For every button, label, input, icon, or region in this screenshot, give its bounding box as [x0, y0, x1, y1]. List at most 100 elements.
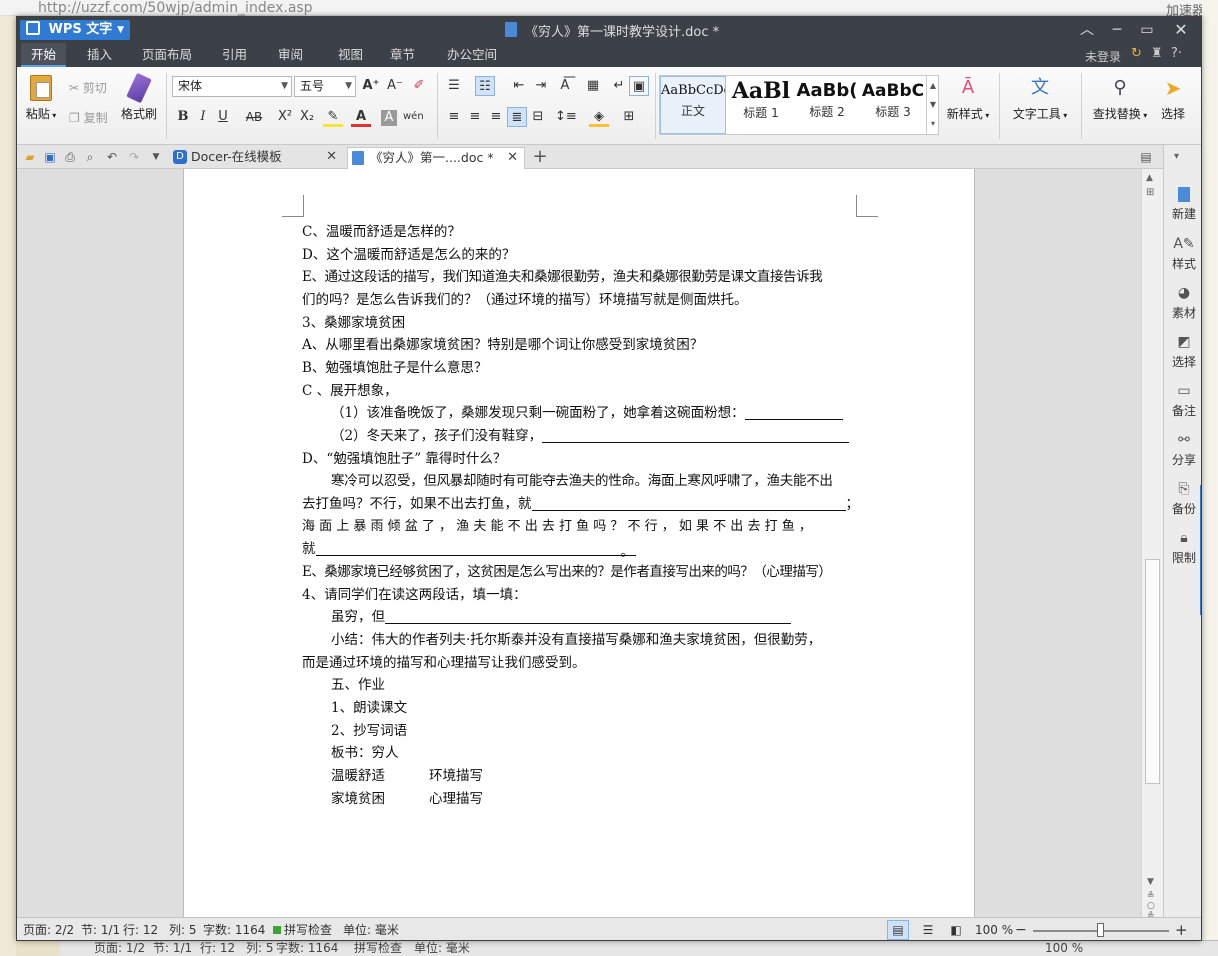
- font-name-select[interactable]: 宋体 ▼: [172, 76, 292, 97]
- text-box-icon[interactable]: ▣: [629, 76, 649, 96]
- side-material-button[interactable]: ◕ 素材: [1164, 285, 1201, 321]
- strikethrough-icon[interactable]: AB: [241, 107, 267, 127]
- open-folder-icon[interactable]: ▰: [21, 148, 39, 166]
- numbered-list-icon[interactable]: ☷: [475, 76, 495, 96]
- outline-view-icon[interactable]: ☰: [917, 920, 939, 940]
- paste-button[interactable]: 粘贴 ▾: [23, 75, 59, 122]
- select-button[interactable]: ➤ 选择: [1155, 75, 1191, 122]
- scroll-up-icon[interactable]: ▲: [1146, 173, 1153, 183]
- style-heading-1[interactable]: AaBl 标题 1: [728, 76, 794, 134]
- menu-section[interactable]: 章节: [380, 43, 425, 67]
- side-restrict-button[interactable]: 🔒︎ 限制: [1164, 530, 1201, 566]
- new-style-button[interactable]: Ā 新样式 ▾: [943, 75, 993, 122]
- fill-blank-line[interactable]: [744, 405, 843, 420]
- align-center-icon[interactable]: ≡: [465, 107, 485, 127]
- scroll-down-icon[interactable]: ▼: [1147, 877, 1154, 887]
- status-spellcheck[interactable]: 拼写检查: [284, 918, 332, 940]
- menu-insert[interactable]: 插入: [77, 43, 122, 67]
- menu-references[interactable]: 引用: [212, 43, 257, 67]
- page-nav-icon[interactable]: ⊞: [1146, 187, 1154, 198]
- chinese-layout-icon[interactable]: A͞: [555, 76, 575, 96]
- side-style-button[interactable]: A✎ 样式: [1164, 236, 1201, 272]
- collapse-ribbon-button[interactable]: ︿: [1073, 20, 1101, 40]
- vertical-scrollbar[interactable]: ▲ ⊞ ▼ ≗ ○ ≗: [1141, 169, 1163, 921]
- style-normal[interactable]: AaBbCcDd 正文: [660, 76, 726, 134]
- text-tool-button[interactable]: 文 文字工具 ▾: [1005, 75, 1075, 122]
- print-preview-icon[interactable]: ⌕: [81, 148, 99, 166]
- copy-button[interactable]: ❐ 复制: [69, 109, 108, 126]
- menu-office-space[interactable]: 办公空间: [437, 43, 507, 67]
- help-icon[interactable]: ?·: [1171, 46, 1182, 61]
- side-new-button[interactable]: 新建: [1164, 187, 1201, 222]
- side-share-button[interactable]: ⚯ 分享: [1164, 432, 1201, 468]
- zoom-out-icon[interactable]: −: [1015, 918, 1027, 940]
- style-heading-2[interactable]: AaBb( 标题 2: [794, 76, 860, 134]
- close-tab-icon[interactable]: ✕: [326, 147, 337, 167]
- tab-list-icon[interactable]: ▤: [1137, 148, 1155, 166]
- subscript-icon[interactable]: X₂: [297, 107, 317, 127]
- side-comment-button[interactable]: ▭ 备注: [1164, 383, 1201, 419]
- web-view-icon[interactable]: ◧: [945, 920, 967, 940]
- italic-icon[interactable]: I: [193, 107, 213, 127]
- print-icon[interactable]: ⎙: [61, 148, 79, 166]
- bold-icon[interactable]: B: [173, 107, 193, 127]
- save-icon[interactable]: ▣: [41, 148, 59, 166]
- increase-indent-icon[interactable]: ⇥: [531, 76, 551, 96]
- line-spacing-icon[interactable]: ↕≡: [555, 107, 577, 127]
- close-tab-icon[interactable]: ✕: [507, 148, 518, 168]
- distribute-icon[interactable]: ⊟: [528, 107, 548, 127]
- status-unit[interactable]: 单位: 毫米: [343, 918, 399, 940]
- tab-current-document[interactable]: 《穷人》第一....doc * ✕: [347, 147, 525, 169]
- bullet-list-icon[interactable]: ☰: [444, 76, 464, 96]
- style-heading-3[interactable]: AaBbC 标题 3: [860, 76, 926, 134]
- phonetic-icon[interactable]: wén: [403, 107, 424, 127]
- menu-home[interactable]: 开始: [21, 43, 67, 67]
- scrollbar-thumb[interactable]: [1145, 559, 1160, 784]
- fill-blank-line[interactable]: 。: [315, 541, 636, 560]
- highlight-icon[interactable]: ✎: [323, 107, 343, 127]
- font-size-select[interactable]: 五号 ▼: [294, 76, 356, 97]
- show-marks-icon[interactable]: ↵: [609, 76, 629, 96]
- menu-page-layout[interactable]: 页面布局: [132, 43, 202, 67]
- fill-blank-line[interactable]: [531, 496, 846, 511]
- find-replace-button[interactable]: ⚲ 查找替换 ▾: [1087, 75, 1153, 122]
- tab-docer-templates[interactable]: D Docer-在线模板 ✕: [169, 147, 343, 169]
- font-color-icon[interactable]: A: [351, 107, 371, 127]
- superscript-icon[interactable]: X²: [275, 107, 295, 127]
- status-word-count[interactable]: 字数: 1164: [203, 918, 265, 940]
- skin-icon[interactable]: ↻: [1131, 46, 1142, 61]
- login-status[interactable]: 未登录: [1085, 48, 1121, 65]
- undo-icon[interactable]: ↶: [103, 148, 121, 166]
- new-tab-icon[interactable]: +: [531, 148, 549, 166]
- styles-scroll[interactable]: ▲ ▼ ▾: [926, 76, 939, 134]
- minimize-button[interactable]: ─: [1103, 20, 1131, 40]
- close-button[interactable]: ✕: [1167, 20, 1195, 40]
- cut-button[interactable]: ✂ 剪切: [69, 79, 107, 96]
- zoom-level[interactable]: 100 %: [975, 918, 1013, 940]
- char-shading-icon[interactable]: A: [381, 110, 397, 126]
- justify-icon[interactable]: ≣: [507, 107, 527, 127]
- fill-blank-line[interactable]: [385, 609, 791, 624]
- table-icon[interactable]: ▦: [583, 76, 603, 96]
- menu-review[interactable]: 审阅: [268, 43, 313, 67]
- shirt-icon[interactable]: ♜: [1151, 46, 1163, 61]
- page-view-icon[interactable]: ▤: [887, 920, 909, 940]
- quick-access-more-icon[interactable]: ▼: [147, 148, 165, 166]
- borders-icon[interactable]: ⊞: [619, 107, 639, 127]
- app-menu-button[interactable]: WPS 文字 ▼: [20, 20, 130, 40]
- panel-toggle-icon[interactable]: ▾: [1174, 151, 1179, 162]
- decrease-indent-icon[interactable]: ⇤: [509, 76, 529, 96]
- status-page[interactable]: 页面: 2/2: [23, 918, 74, 940]
- menu-view[interactable]: 视图: [328, 43, 373, 67]
- side-select-button[interactable]: ◩ 选择: [1164, 334, 1201, 370]
- shrink-font-icon[interactable]: A⁻: [385, 76, 405, 96]
- clear-format-icon[interactable]: ✐: [409, 76, 429, 96]
- maximize-button[interactable]: ▭: [1133, 20, 1161, 40]
- shading-icon[interactable]: ◈: [589, 107, 609, 127]
- grow-font-icon[interactable]: A⁺: [361, 76, 381, 96]
- zoom-slider-thumb[interactable]: [1097, 923, 1104, 937]
- side-backup-button[interactable]: ⎘ 备份: [1164, 481, 1201, 517]
- fill-blank-line[interactable]: [542, 428, 850, 443]
- redo-icon[interactable]: ↷: [125, 148, 143, 166]
- underline-icon[interactable]: U: [213, 107, 233, 127]
